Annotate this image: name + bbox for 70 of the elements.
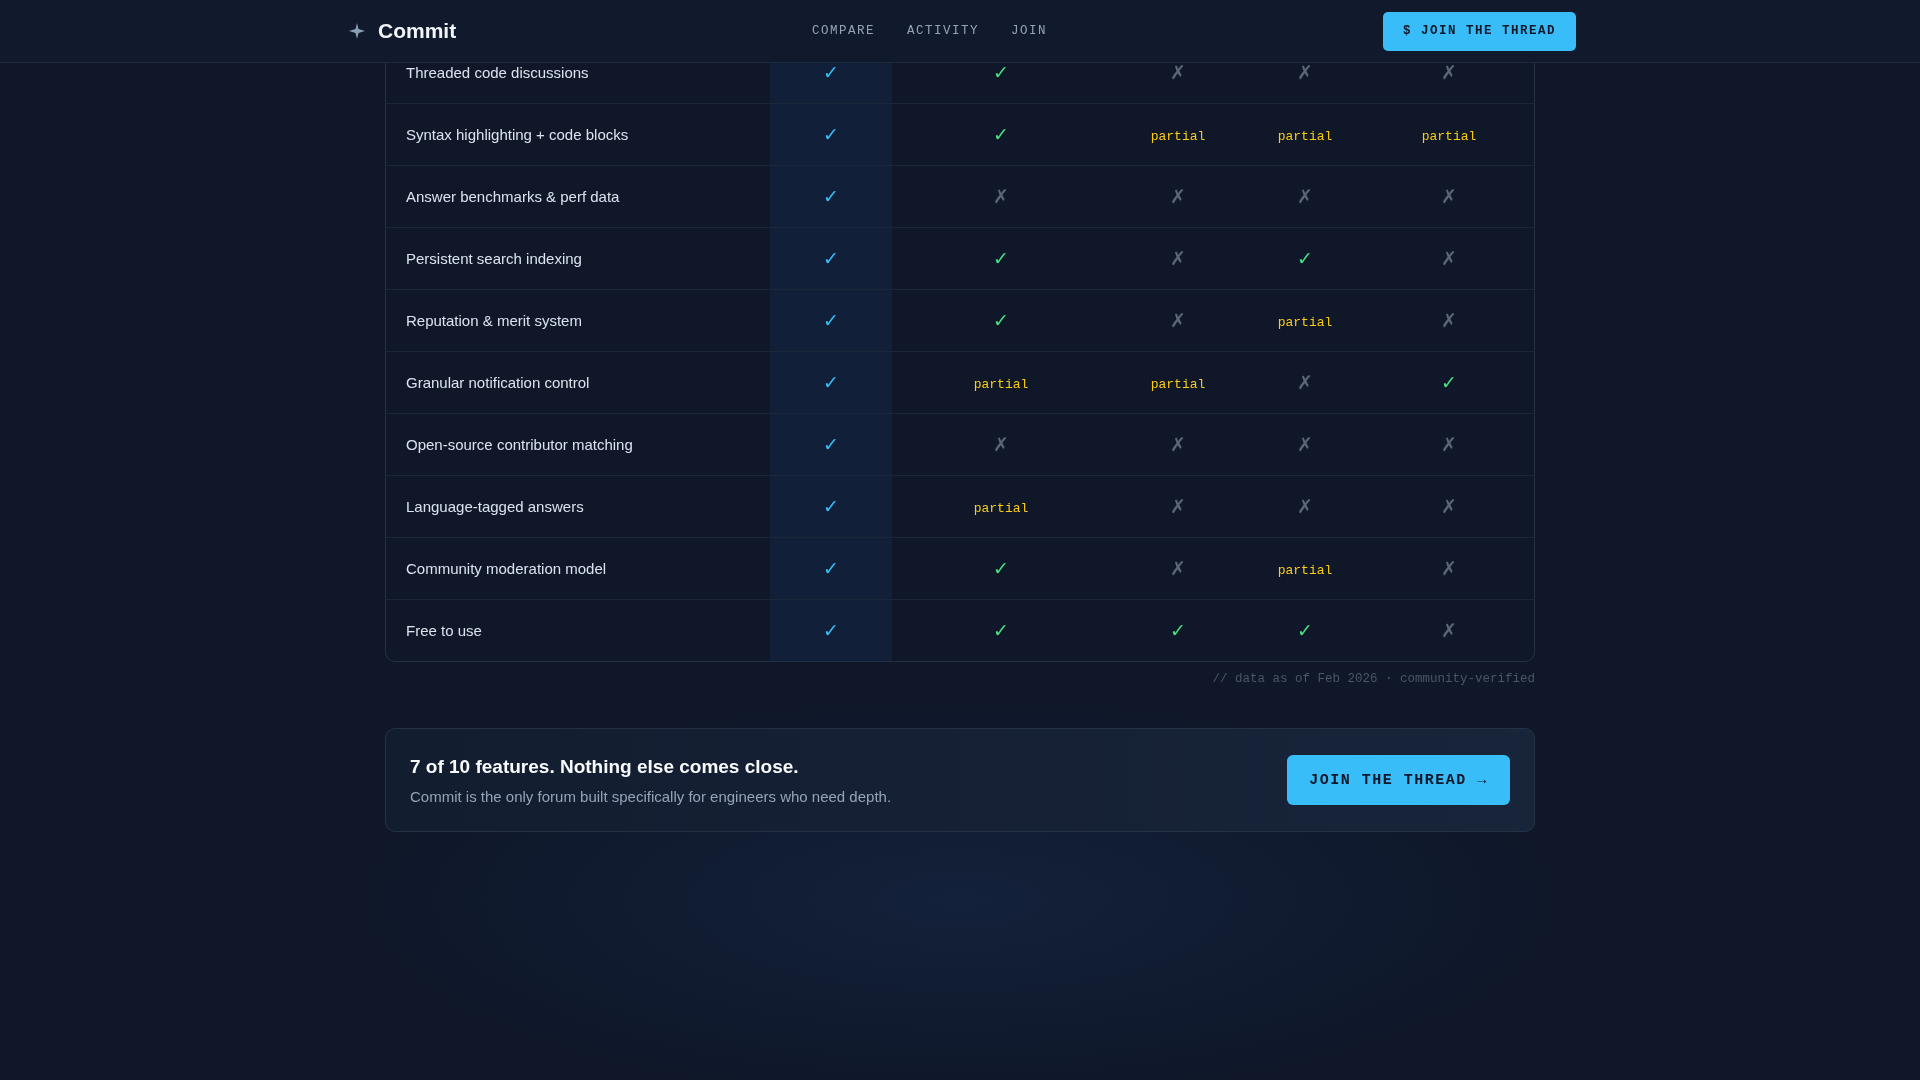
check-mark: ✓ [823,557,839,580]
footnote: // data as of Feb 2026 · community-verified [1211,672,1535,686]
partial-label: partial [1421,127,1477,144]
join-button[interactable]: JOIN THE THREAD → [1287,755,1510,805]
check-mark: ✓ [993,309,1009,332]
logo-icon [348,22,366,40]
nav-link[interactable]: COMPARE [812,24,875,38]
feature-name: Threaded code discussions [405,63,590,83]
brand-name: Commit [378,19,457,43]
feature-name: Granular notification control [405,373,591,393]
cross-mark: ✗ [1441,61,1457,84]
cross-mark: ✗ [1297,61,1313,84]
partial-label: partial [1150,127,1206,144]
partial-label: partial [1150,375,1206,392]
check-mark: ✓ [823,247,839,270]
cross-mark: ✗ [1170,433,1186,456]
check-mark: ✓ [823,185,839,208]
feature-name: Answer benchmarks & perf data [405,187,621,207]
feature-name: Free to use [405,621,483,641]
feature-name: Persistent search indexing [405,249,583,269]
cross-mark: ✗ [1441,557,1457,580]
cross-mark: ✗ [1441,433,1457,456]
cross-mark: ✗ [993,433,1009,456]
partial-label: partial [1277,313,1333,330]
partial-label: partial [973,375,1029,392]
feature-name: Syntax highlighting + code blocks [405,125,630,145]
feature-name: Community moderation model [405,559,608,579]
check-mark: ✓ [1441,371,1457,394]
nav-link[interactable]: ACTIVITY [907,24,980,38]
check-mark: ✓ [993,123,1009,146]
join-button[interactable]: $ JOIN THE THREAD [1382,11,1576,51]
cross-mark: ✗ [1170,61,1186,84]
check-mark: ✓ [823,61,839,84]
check-mark: ✓ [993,61,1009,84]
feature-name: Language-tagged answers [405,497,585,517]
check-mark: ✓ [1170,619,1186,642]
check-mark: ✓ [823,619,839,642]
cross-mark: ✗ [1297,371,1313,394]
check-mark: ✓ [823,371,839,394]
check-mark: ✓ [823,433,839,456]
check-mark: ✓ [823,309,839,332]
cta-text: Commit is the only forum built specifically for engineers who need depth. [410,787,893,805]
cross-mark: ✗ [1297,495,1313,518]
cta-title: 7 of 10 features. Nothing else comes close. [410,755,800,778]
cross-mark: ✗ [1170,247,1186,270]
cross-mark: ✗ [1297,433,1313,456]
cross-mark: ✗ [1170,185,1186,208]
cross-mark: ✗ [1297,185,1313,208]
check-mark: ✓ [993,619,1009,642]
check-mark: ✓ [993,557,1009,580]
cross-mark: ✗ [1170,495,1186,518]
cross-mark: ✗ [1441,247,1457,270]
cross-mark: ✗ [1441,495,1457,518]
partial-label: partial [973,499,1029,516]
cross-mark: ✗ [993,185,1009,208]
cross-mark: ✗ [1170,309,1186,332]
check-mark: ✓ [823,495,839,518]
check-mark: ✓ [993,247,1009,270]
cross-mark: ✗ [1441,185,1457,208]
cross-mark: ✗ [1441,309,1457,332]
cross-mark: ✗ [1170,557,1186,580]
check-mark: ✓ [823,123,839,146]
check-mark: ✓ [1297,247,1313,270]
feature-name: Reputation & merit system [405,311,583,331]
check-mark: ✓ [1297,619,1313,642]
partial-label: partial [1277,561,1333,578]
feature-name: Open-source contributor matching [405,435,634,455]
cross-mark: ✗ [1441,619,1457,642]
nav-link[interactable]: JOIN [1011,24,1048,38]
partial-label: partial [1277,127,1333,144]
